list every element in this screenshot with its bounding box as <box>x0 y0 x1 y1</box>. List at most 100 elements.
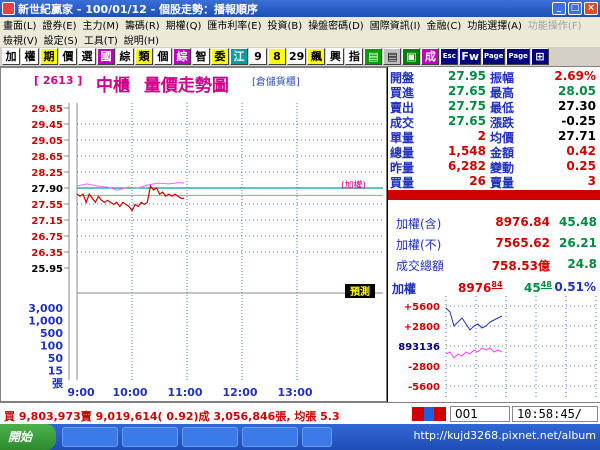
toolbar-button[interactable]: ▣ <box>402 48 421 65</box>
quote-value: 27.30 <box>558 99 596 113</box>
menu-item[interactable]: 期權(Q) <box>163 17 205 32</box>
menu-item[interactable]: 說明(H) <box>121 32 162 47</box>
menu-item[interactable]: 證券(E) <box>39 17 79 32</box>
toolbar-button[interactable]: ▤ <box>364 48 383 65</box>
index-label: 成交總額 <box>396 259 445 273</box>
toolbar-button[interactable]: 29 <box>287 48 307 65</box>
volume-tick-label: 1,000 <box>28 315 63 328</box>
time-tick-label: 10:00 <box>112 386 147 399</box>
toolbar-button[interactable]: 指 <box>345 48 364 65</box>
menu-item[interactable]: 國際資訊(I) <box>367 17 424 32</box>
stock-code-input[interactable]: 001 <box>450 406 510 422</box>
toolbar-button[interactable]: 個 <box>154 48 172 65</box>
toolbar-button[interactable]: Esc <box>440 48 459 65</box>
menu-row-primary: 畫面(L) 證券(E) 主力(M) 籌碼(R) 期權(Q) 匯市利率(E) 投資(B) 操盤密… <box>0 17 600 32</box>
price-tick-label: 27.55 <box>31 200 63 211</box>
menu-item[interactable]: 工具(T) <box>81 32 121 47</box>
reference-index-label: (加權) <box>341 179 366 191</box>
quote-value: 27.71 <box>558 129 596 143</box>
price-tick-label: 28.25 <box>31 168 63 179</box>
toolbar-button[interactable]: 選 <box>78 48 96 65</box>
quote-row: 買進 27.65 最高 28.05 <box>388 84 600 100</box>
index-label: 加權(含) <box>396 217 442 231</box>
window-title: 新世紀贏家 - 100/01/12 - 個股走勢：播報順序 <box>18 2 259 16</box>
start-button[interactable]: 開始 <box>0 424 56 450</box>
taskbar-item-3[interactable] <box>182 427 238 447</box>
mini-index-pct: 0.51% <box>554 280 596 294</box>
quote-value: 28.05 <box>558 84 596 98</box>
trade-summary: 買 9,803,973賣 9,019,614( 0.92)成 3,056,846… <box>4 410 340 423</box>
menu-item[interactable]: 檢視(V) <box>0 32 41 47</box>
volume-tick-label: 50 <box>48 352 64 365</box>
taskbar-item-5[interactable] <box>302 427 332 447</box>
toolbar-button[interactable]: ▤ <box>383 48 402 65</box>
toolbar-button[interactable]: 智 <box>192 48 210 65</box>
quote-row: 開盤 27.95 振幅 2.69% <box>388 69 600 85</box>
toolbar-button[interactable]: 國 <box>97 48 115 65</box>
menu-item[interactable]: 功能選擇(A) <box>464 17 525 32</box>
toolbar-button[interactable]: 綜 <box>116 48 134 65</box>
quote-value: 2 <box>477 129 486 143</box>
toolbar-button[interactable]: 8 <box>268 48 286 65</box>
toolbar-button[interactable]: 委 <box>211 48 229 65</box>
toolbar-button[interactable]: 成 <box>421 48 440 65</box>
toolbar-button[interactable]: 9 <box>249 48 267 65</box>
index-row: 成交總額 758.53億 24.8 <box>388 255 600 275</box>
stock-code: [ 2613 ] <box>34 74 83 87</box>
quote-row: 總量 1,548 金額 0.42 <box>388 144 600 160</box>
menu-item[interactable]: 籌碼(R) <box>122 17 163 32</box>
taskbar-item-1[interactable] <box>62 427 118 447</box>
mini-index-value: 897684 <box>458 280 503 295</box>
toolbar-button[interactable]: Page <box>506 48 530 65</box>
price-tick-label: 29.85 <box>31 104 63 115</box>
toolbar-button[interactable]: 江 <box>230 48 248 65</box>
maximize-button[interactable]: □ <box>568 2 582 15</box>
toolbar-button[interactable]: Page <box>482 48 506 65</box>
price-line <box>76 184 185 212</box>
toolbar-button[interactable]: 權 <box>21 48 39 65</box>
industry-label: [倉儲貨櫃] <box>252 77 300 88</box>
menu-item[interactable]: 投資(B) <box>265 17 306 32</box>
mini-index-line <box>445 307 503 331</box>
index-change: 24.8 <box>567 257 597 271</box>
toolbar-button[interactable]: 加 <box>2 48 20 65</box>
status-bar: 買 9,803,973賣 9,019,614( 0.92)成 3,056,846… <box>0 402 600 424</box>
quote-value: -0.25 <box>561 114 596 128</box>
toolbar-button[interactable]: 綜 <box>173 48 191 65</box>
toolbar-button[interactable]: 價 <box>59 48 77 65</box>
app-icon <box>2 2 15 15</box>
taskbar-item-4[interactable] <box>242 427 298 447</box>
menu-item[interactable]: 畫面(L) <box>0 17 39 32</box>
menu-item[interactable]: 功能操作(F) <box>525 17 585 32</box>
menu-item[interactable]: 設定(S) <box>41 32 81 47</box>
stock-name: 中櫃 <box>96 76 130 96</box>
toolbar-button[interactable]: 期 <box>40 48 58 65</box>
minimize-button[interactable]: _ <box>552 2 566 15</box>
price-tick-label: 26.75 <box>31 232 63 243</box>
index-change: 26.21 <box>559 236 597 250</box>
volume-tick-label: 500 <box>40 327 63 340</box>
menu-item[interactable]: 操盤密碼(D) <box>305 17 367 32</box>
quote-label: 賣量 <box>490 176 515 190</box>
menu-item[interactable]: 金融(C) <box>423 17 464 32</box>
status-indicator-red-2 <box>434 407 446 421</box>
menu-item[interactable]: 主力(M) <box>80 17 122 32</box>
taskbar-item-2[interactable] <box>122 427 178 447</box>
toolbar-button[interactable]: Fw <box>459 48 481 65</box>
status-indicator-red <box>412 407 424 421</box>
mini-tick-label: -5600 <box>408 382 440 393</box>
time-tick-label: 11:00 <box>167 386 202 399</box>
bid-ask-strip <box>388 190 600 212</box>
quote-row: 單量 2 均價 27.71 <box>388 129 600 145</box>
toolbar-button[interactable]: 類 <box>135 48 153 65</box>
toolbar-button[interactable]: 飆 <box>307 48 326 65</box>
mini-index-chart: +5600 +2800 893136 -2800 -5600 <box>388 296 600 400</box>
close-button[interactable]: × <box>584 2 598 15</box>
quote-row: 昨量 6,282 變動 0.25 <box>388 159 600 175</box>
toolbar-button[interactable]: ⊞ <box>530 48 549 65</box>
menu-item[interactable]: 匯市利率(E) <box>204 17 264 32</box>
bid-ask-bar <box>388 190 600 200</box>
toolbar-button[interactable]: 興 <box>326 48 345 65</box>
index-value: 758.53億 <box>491 259 550 273</box>
index-label: 加權(不) <box>396 238 442 252</box>
